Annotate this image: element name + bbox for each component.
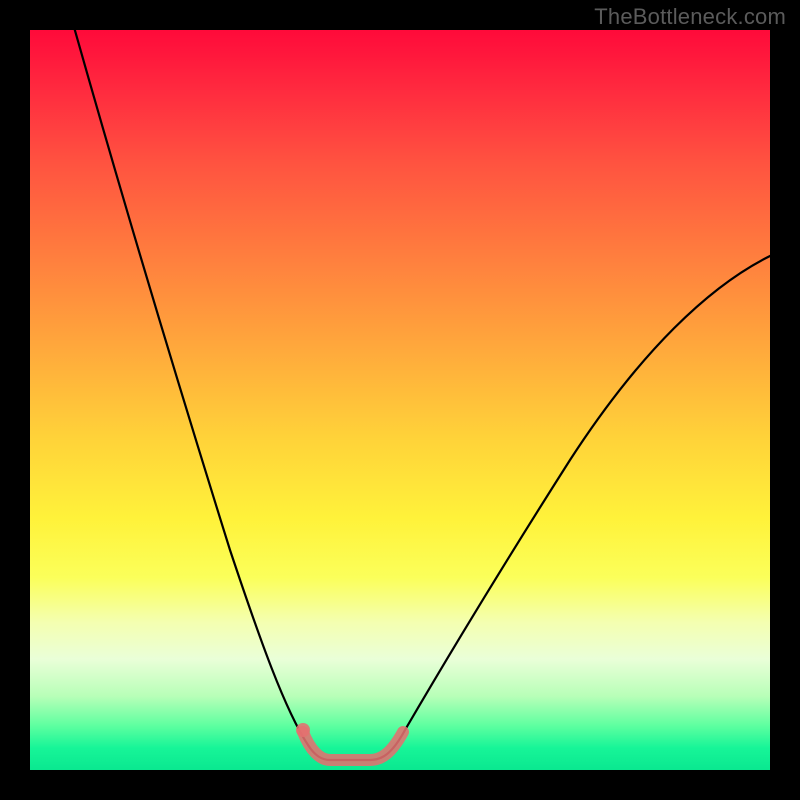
bottleneck-curve [72,30,770,760]
range-start-dot-icon [296,723,310,737]
curve-layer [30,30,770,770]
watermark-text: TheBottleneck.com [594,4,786,30]
optimal-range-highlight [303,732,403,760]
plot-area [30,30,770,770]
chart-frame: TheBottleneck.com [0,0,800,800]
